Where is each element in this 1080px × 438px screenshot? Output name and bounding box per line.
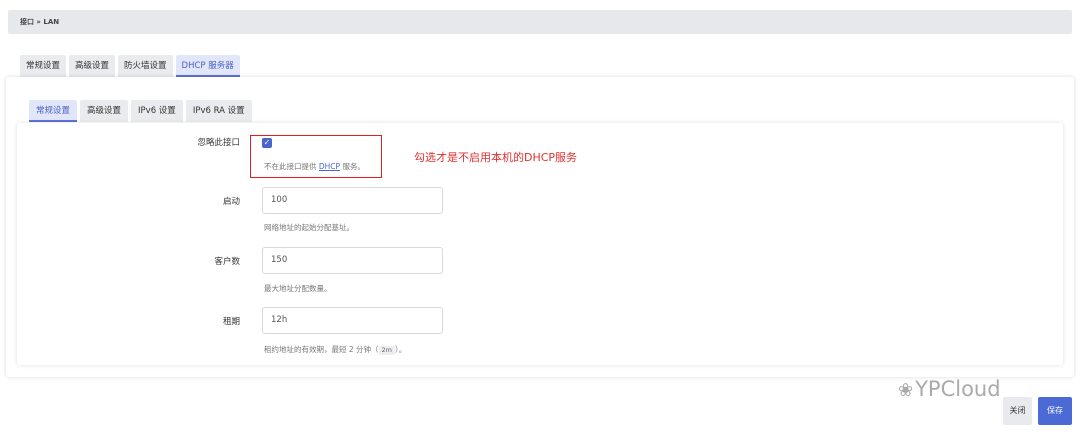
client-count-help: 最大地址分配数量。 [264,284,332,293]
wechat-icon: ❀ [898,380,914,401]
breadcrumb: 接口 » LAN [8,10,1072,34]
tab-dhcp-server[interactable]: DHCP 服务器 [175,55,240,77]
save-button[interactable]: 保存 [1038,397,1072,425]
watermark-text: YPCloud [915,377,1001,401]
close-button[interactable]: 关闭 [1003,397,1032,425]
subtab-advanced-settings[interactable]: 高级设置 [80,100,129,122]
lease-min-code: 2m [378,346,396,355]
annotation-highlight-box [250,135,382,178]
annotation-text: 勾选才是不启用本机的DHCP服务 [414,151,578,164]
lease-time-label: 租期 [222,317,240,327]
lease-time-help: 租约地址的有效期，最短 2 分钟（ 2m）。 [264,344,406,355]
client-count-label: 客户数 [214,257,240,267]
subtab-general-settings[interactable]: 常规设置 [29,100,78,122]
client-count-input[interactable]: 150 [262,247,443,274]
start-input[interactable]: 100 [262,187,443,214]
dhcp-sub-tab-bar: 常规设置 高级设置 IPv6 设置 IPv6 RA 设置 [29,100,252,122]
ignore-interface-label: 忽略此接口 [197,138,240,148]
start-label: 启动 [222,197,240,207]
start-help: 网络地址的起始分配基址。 [264,223,354,232]
subtab-ipv6-settings[interactable]: IPv6 设置 [131,100,183,122]
tab-firewall-settings[interactable]: 防火墙设置 [118,55,173,77]
lease-help-suffix: ）。 [395,345,407,354]
tab-general-settings[interactable]: 常规设置 [20,55,67,77]
lease-time-input[interactable]: 12h [262,307,443,334]
subtab-ipv6-ra-settings[interactable]: IPv6 RA 设置 [185,100,252,122]
lease-help-prefix: 租约地址的有效期，最短 2 分钟（ [264,345,379,354]
main-tab-bar: 常规设置 高级设置 防火墙设置 DHCP 服务器 [20,55,240,77]
tab-advanced-settings[interactable]: 高级设置 [69,55,116,77]
watermark: ❀YPCloud [898,377,1001,401]
